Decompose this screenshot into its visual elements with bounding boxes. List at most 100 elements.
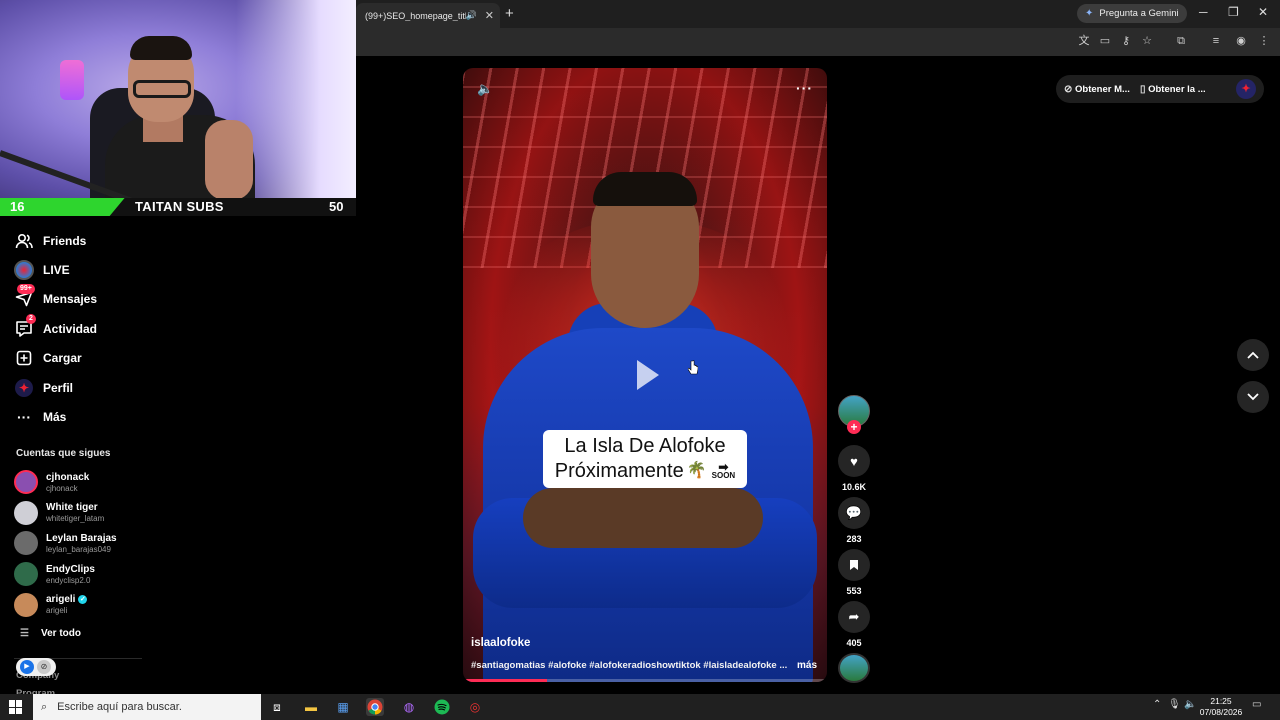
menu-kebab-icon[interactable]: ⋮ (1257, 34, 1271, 48)
streaming-app-icon[interactable]: ◍ (400, 698, 418, 716)
video-author[interactable]: islaalofoke (471, 637, 530, 649)
sidebar-item-label: Perfil (43, 380, 74, 395)
following-name: arigeli (46, 594, 76, 606)
chrome-icon[interactable] (366, 698, 384, 716)
live-icon (14, 260, 34, 281)
get-app-2-button[interactable]: ▯ Obtener la ... (1140, 84, 1206, 95)
user-avatar[interactable]: ✦ (1236, 79, 1256, 99)
get-app-1-button[interactable]: ⊘ Obtener M... (1064, 84, 1130, 95)
more-icon: ··· (17, 409, 31, 426)
upload-icon (14, 348, 34, 368)
translate-icon[interactable]: 文 (1077, 34, 1091, 48)
previous-video-button[interactable] (1237, 339, 1269, 371)
following-name: White tiger (46, 502, 98, 514)
webcam-streamer-arm (205, 120, 253, 198)
follow-plus-icon[interactable]: + (847, 420, 861, 434)
volume-icon[interactable]: 🔈 (477, 81, 493, 97)
restore-button[interactable]: ❐ (1228, 5, 1239, 19)
bookmark-icon[interactable] (838, 549, 870, 581)
taskbar-search[interactable]: ⌕ Escribe aquí para buscar. (33, 694, 261, 720)
close-window-button[interactable]: ✕ (1258, 5, 1268, 19)
sidebar-item-more[interactable]: ··· Más (14, 402, 174, 431)
sidebar-item-live[interactable]: LIVE (14, 255, 174, 284)
following-item[interactable]: EndyClips endyclisp2.0 (14, 559, 174, 590)
list-icon: ☰ (20, 628, 29, 639)
subs-current: 16 (10, 199, 25, 214)
play-icon[interactable] (637, 360, 659, 390)
phone-icon: ▯ (1139, 83, 1146, 95)
get-app-1-label: Obtener M... (1075, 83, 1130, 95)
video-options-icon[interactable]: ··· (796, 80, 813, 96)
windows-start-icon[interactable] (9, 700, 23, 714)
video-player[interactable]: 🔈 ··· La Isla De Alofoke Próximamente 🌴 … (463, 68, 827, 682)
sidebar-item-label: Friends (43, 233, 87, 248)
save-count: 553 (846, 586, 862, 596)
profile-avatar-icon[interactable]: ◉ (1234, 34, 1248, 48)
browser-tab[interactable]: (99+)SEO_homepage_title 🔊 ✕ (356, 3, 500, 28)
comment-action[interactable]: 💬 283 (838, 497, 870, 544)
cast-icon[interactable]: ▭ (1098, 34, 1112, 48)
sidebar-item-profile[interactable]: ✦ Perfil (14, 373, 174, 402)
activity-badge: 2 (26, 313, 36, 324)
close-tab-icon[interactable]: ✕ (485, 9, 494, 22)
following-item[interactable]: White tiger whitetiger_latam (14, 498, 174, 529)
gemini-label: Pregunta a Gemini (1099, 8, 1179, 19)
sidebar-item-upload[interactable]: Cargar (14, 344, 174, 373)
minimize-button[interactable]: ─ (1199, 5, 1208, 19)
share-arrow-icon[interactable]: ➦ (838, 601, 870, 633)
avatar (14, 562, 38, 587)
webcam-overlay (0, 0, 356, 198)
following-handle: whitetiger_latam (46, 514, 105, 524)
next-video-button[interactable] (1237, 381, 1269, 413)
bookmark-star-icon[interactable]: ☆ (1140, 34, 1154, 48)
task-view-icon[interactable]: ⧈ (268, 698, 286, 716)
tray-chevron-icon[interactable]: ⌃ (1153, 699, 1161, 710)
speaker-icon[interactable]: 🔈 (1184, 699, 1196, 710)
spotify-icon[interactable] (433, 698, 451, 716)
avatar (14, 531, 38, 556)
following-name: EndyClips (46, 563, 95, 575)
caption-line-1: La Isla De Alofoke (564, 435, 726, 457)
store-icon[interactable]: ▦ (334, 698, 352, 716)
file-explorer-icon[interactable]: ▬ (302, 698, 320, 716)
new-tab-button[interactable]: + (505, 5, 514, 22)
sidebar-item-activity[interactable]: 2 Actividad (14, 313, 174, 343)
following-item[interactable]: arigeli ✓ arigeli (14, 589, 174, 620)
following-header: Cuentas que sigues (16, 448, 111, 459)
hand-cursor-icon (688, 360, 698, 375)
video-progress-bar[interactable] (463, 679, 827, 682)
microphone-icon[interactable]: 🎙 (1168, 699, 1181, 710)
following-handle: cjhonack (46, 483, 78, 493)
taskbar-search-placeholder: Escribe aquí para buscar. (57, 701, 182, 713)
following-item[interactable]: Leylan Barajas leylan_barajas049 (14, 528, 174, 559)
save-action[interactable]: 553 (838, 549, 870, 596)
notifications-icon[interactable]: ▭ (1252, 699, 1261, 710)
see-all-following-button[interactable]: ☰ Ver todo (20, 628, 81, 639)
gemini-button[interactable]: ✦ Pregunta a Gemini (1077, 4, 1187, 23)
subs-goal: 50 (329, 199, 344, 214)
soon-label: SOON (711, 471, 736, 480)
taskbar-clock[interactable]: 21:25 07/08/2026 (1197, 696, 1245, 718)
soon-sign-icon: ➡ SOON (711, 460, 736, 480)
video-progress-fill (463, 679, 547, 682)
more-description-link[interactable]: más (797, 660, 817, 671)
floating-widget[interactable]: ▶ ⊘ (16, 658, 56, 676)
obs-icon[interactable]: ◎ (466, 698, 484, 716)
password-key-icon[interactable]: ⚷ (1119, 34, 1133, 48)
extensions-icon[interactable]: ⧉ (1174, 34, 1188, 48)
verified-badge-icon: ✓ (78, 595, 88, 605)
comment-icon[interactable]: 💬 (838, 497, 870, 529)
following-item[interactable]: cjhonack cjhonack (14, 467, 174, 498)
music-disc-icon[interactable] (838, 653, 870, 683)
like-count: 10.6K (841, 482, 867, 492)
avatar (14, 592, 38, 617)
video-hashtags[interactable]: #santiagomatias #alofoke #alofokeradiosh… (471, 660, 789, 671)
like-action[interactable]: ♥ 10.6K (838, 445, 870, 492)
sidebar-item-friends[interactable]: Friends (14, 226, 174, 255)
webcam-neon-lamp (60, 60, 84, 100)
share-action[interactable]: ➦ 405 (838, 601, 870, 648)
heart-icon[interactable]: ♥ (838, 445, 870, 477)
reading-list-icon[interactable]: ≡ (1209, 34, 1223, 48)
sidebar-item-messages[interactable]: 99+ Mensajes (14, 284, 174, 314)
mute-tab-icon[interactable]: 🔊 (466, 10, 477, 21)
